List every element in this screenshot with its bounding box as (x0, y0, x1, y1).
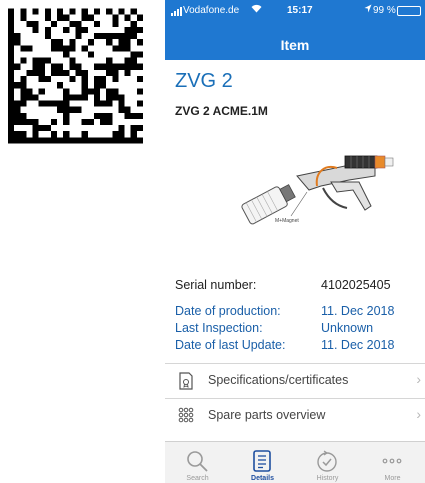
item-model: ZVG 2 ACME.1M (175, 104, 268, 118)
nav-bar: Item (165, 30, 425, 60)
grid-dots-icon (177, 407, 195, 425)
specifications-menu-item[interactable]: Specifications/certificates › (165, 363, 425, 397)
status-bar: Vodafone.de 15:17 99 % (165, 0, 425, 30)
tab-bar: Search Details History More (165, 441, 425, 483)
production-label: Date of production: (175, 304, 281, 318)
serial-label: Serial number: (175, 278, 257, 292)
item-name: ZVG 2 (175, 70, 233, 92)
nav-title: Item (280, 37, 310, 53)
wifi-icon (251, 4, 262, 16)
history-icon (317, 450, 337, 472)
inspection-label: Last Inspection: (175, 321, 263, 335)
details-icon (253, 450, 271, 472)
tab-search[interactable]: Search (165, 442, 230, 483)
update-label: Date of last Update: (175, 338, 286, 352)
search-icon (187, 451, 208, 472)
specifications-label: Specifications/certificates (208, 373, 349, 387)
tab-details[interactable]: Details (230, 442, 295, 483)
more-icon (382, 458, 402, 464)
tab-search-label: Search (186, 475, 209, 482)
tab-details-label: Details (251, 475, 274, 482)
tab-history-label: History (316, 475, 339, 482)
serial-value: 4102025405 (321, 278, 391, 292)
certificate-icon (177, 372, 195, 390)
carrier-name: Vodafone.de (183, 5, 240, 16)
status-time: 15:17 (287, 5, 313, 16)
spare-parts-menu-item[interactable]: Spare parts overview › (165, 398, 425, 432)
inspection-value: Unknown (321, 321, 374, 335)
tab-history[interactable]: History (295, 442, 360, 483)
battery-percent: 99 % (373, 5, 396, 16)
spare-parts-label: Spare parts overview (208, 408, 326, 422)
chevron-right-icon: › (416, 406, 421, 422)
chevron-right-icon: › (416, 371, 421, 387)
tab-more-label: More (384, 475, 401, 482)
svg-text:M+Magnet: M+Magnet (275, 218, 299, 224)
datamatrix-code (8, 8, 143, 144)
production-value: 11. Dec 2018 (321, 304, 395, 318)
update-value: 11. Dec 2018 (321, 338, 395, 352)
location-arrow-icon (364, 4, 372, 16)
product-image: M+Magnet (225, 142, 395, 232)
signal-icon (171, 7, 182, 16)
phone-screen: Vodafone.de 15:17 99 % Item ZVG 2 ZVG 2 … (165, 0, 425, 483)
tab-more[interactable]: More (360, 442, 425, 483)
battery-icon (397, 6, 421, 16)
